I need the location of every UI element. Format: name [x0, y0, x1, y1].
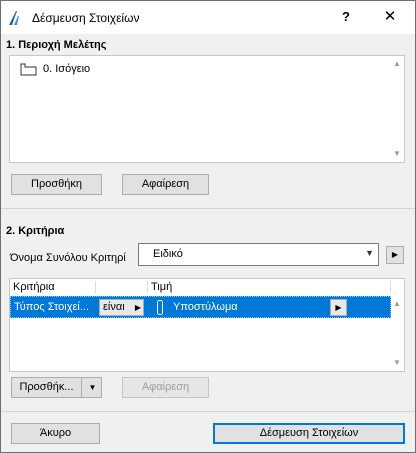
- scroll-up-arrow-icon[interactable]: ▲: [391, 59, 403, 69]
- remove-criterion-button[interactable]: Αφαίρεση: [122, 377, 209, 398]
- scroll-down-arrow-icon[interactable]: ▼: [391, 358, 403, 368]
- story-list[interactable]: 0. Ισόγειο ▲ ▼: [9, 55, 405, 163]
- story-label: 0. Ισόγειο: [43, 63, 91, 75]
- remove-story-button[interactable]: Αφαίρεση: [122, 174, 209, 195]
- cancel-button[interactable]: Άκυρο: [11, 423, 100, 444]
- criterion-cell[interactable]: Τύπος Στοιχεί...: [14, 301, 89, 313]
- add-story-button[interactable]: Προσθήκη: [11, 174, 102, 195]
- criteria-table[interactable]: Κριτήρια Τιμή Τύπος Στοιχεί... είναι ▶ Υ…: [9, 278, 405, 372]
- criteria-set-label: Όνομα Συνόλου Κριτηρί: [10, 252, 126, 264]
- section-criteria-header: 2. Κριτήρια: [6, 225, 65, 237]
- section-divider: [1, 208, 415, 209]
- criteria-set-value: Ειδικό: [153, 248, 183, 260]
- criteria-set-dropdown[interactable]: Ειδικό ▼: [138, 243, 379, 266]
- window-title: Δέσμευση Στοιχείων: [32, 11, 140, 25]
- confirm-button[interactable]: Δέσμευση Στοιχείων: [213, 423, 405, 444]
- table-row[interactable]: Τύπος Στοιχεί... είναι ▶ Υποστύλωμα ▶: [10, 296, 391, 318]
- column-header-criteria[interactable]: Κριτήρια: [10, 279, 94, 295]
- operator-dropdown[interactable]: είναι ▶: [99, 299, 144, 316]
- column-icon: [157, 300, 163, 315]
- story-floor-icon: [20, 63, 37, 75]
- chevron-right-icon: ▶: [134, 303, 141, 312]
- dialog-window: Δέσμευση Στοιχείων ? ✕ 1. Περιοχή Μελέτη…: [0, 0, 416, 453]
- list-item-story[interactable]: 0. Ισόγειο: [20, 61, 90, 77]
- value-cell[interactable]: Υποστύλωμα: [173, 301, 238, 313]
- value-picker-button[interactable]: ▶: [330, 299, 347, 316]
- section-study-area-header: 1. Περιοχή Μελέτης: [6, 39, 107, 51]
- column-header-value[interactable]: Τιμή: [148, 279, 348, 295]
- archicad-app-icon: [9, 11, 19, 25]
- footer-bar: Άκυρο Δέσμευση Στοιχείων: [1, 411, 415, 452]
- criteria-set-menu-button[interactable]: ▶: [386, 246, 404, 264]
- help-button[interactable]: ?: [332, 3, 360, 31]
- add-criterion-button[interactable]: Προσθήκ...: [12, 378, 82, 397]
- title-bar: Δέσμευση Στοιχείων ? ✕: [1, 1, 415, 34]
- chevron-down-icon[interactable]: ▼: [84, 378, 101, 397]
- column-separator: [95, 281, 96, 293]
- operator-value: είναι: [103, 301, 125, 313]
- add-criterion-split-button[interactable]: Προσθήκ... ▼: [11, 377, 102, 398]
- column-separator: [390, 281, 391, 293]
- chevron-down-icon: ▼: [365, 248, 374, 258]
- close-button[interactable]: ✕: [373, 3, 407, 31]
- scroll-down-arrow-icon[interactable]: ▼: [391, 149, 403, 159]
- scroll-up-arrow-icon[interactable]: ▲: [391, 299, 403, 309]
